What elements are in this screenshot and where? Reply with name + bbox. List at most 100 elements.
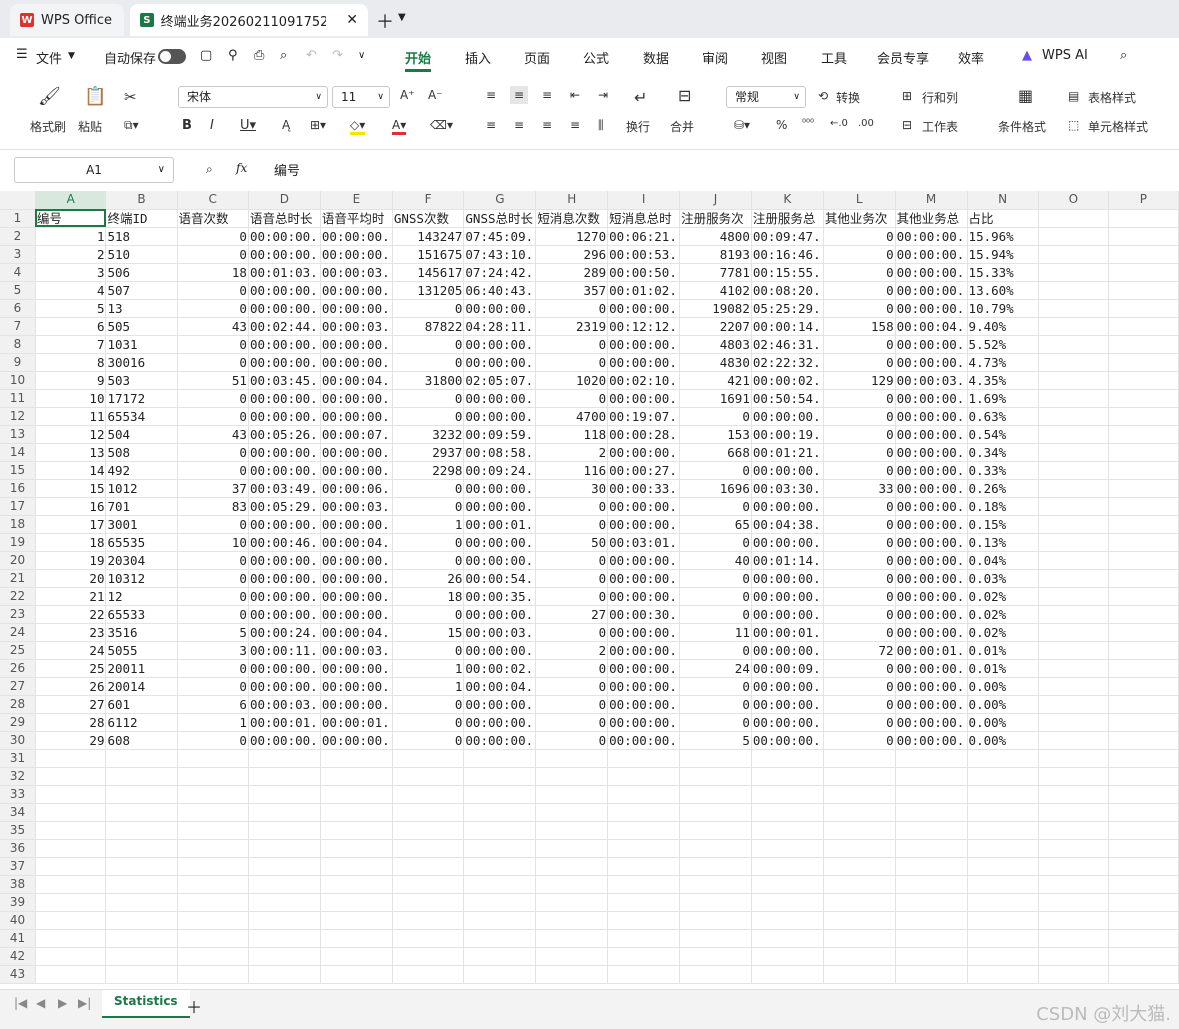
cell[interactable]: 00:00:00. (320, 335, 393, 354)
cell[interactable] (751, 929, 824, 948)
cell[interactable]: 0 (679, 461, 752, 480)
decimal-increase-icon[interactable]: ←.0 (830, 118, 848, 129)
copy-icon[interactable]: ⧉▾ (124, 118, 139, 133)
cell[interactable]: 注册服务总 (751, 209, 824, 228)
cell[interactable] (751, 893, 824, 912)
cell[interactable] (967, 875, 1039, 894)
cell[interactable] (679, 965, 752, 984)
cell[interactable]: 00:05:26. (248, 425, 321, 444)
decrease-font-icon[interactable]: A⁻ (428, 88, 443, 102)
cell[interactable]: 0 (177, 245, 249, 264)
cell[interactable]: 43 (177, 425, 249, 444)
cell[interactable]: 0 (679, 641, 752, 660)
cell[interactable]: 00:00:00. (248, 659, 321, 678)
column-header[interactable]: H (535, 191, 609, 210)
cell[interactable] (751, 749, 824, 768)
cell[interactable] (105, 767, 178, 786)
align-middle-icon[interactable]: ≡ (510, 86, 529, 104)
cell[interactable]: 00:00:00. (463, 407, 537, 426)
cell[interactable] (320, 803, 393, 822)
cell[interactable]: 6 (35, 317, 107, 336)
cell[interactable]: 8 (35, 353, 107, 372)
tab-wps-office[interactable]: W WPS Office (10, 4, 124, 36)
cell[interactable]: 0 (392, 497, 465, 516)
cell[interactable] (1038, 911, 1109, 930)
cell[interactable]: 00:00:00. (607, 587, 681, 606)
cell[interactable] (1108, 785, 1179, 804)
cell[interactable]: 0.02% (967, 587, 1039, 606)
cell[interactable] (1108, 461, 1179, 480)
cell[interactable] (967, 839, 1039, 858)
cell[interactable]: 0 (177, 389, 249, 408)
cell[interactable] (895, 821, 968, 840)
cell[interactable] (679, 785, 752, 804)
cell[interactable] (1108, 227, 1179, 246)
cell[interactable]: 158 (823, 317, 896, 336)
cell[interactable]: 24 (679, 659, 752, 678)
cell[interactable]: 00:09:59. (463, 425, 537, 444)
cell[interactable]: 5 (177, 623, 249, 642)
cell[interactable]: 0 (535, 515, 609, 534)
eraser-icon[interactable]: ⌫▾ (430, 118, 453, 132)
cell[interactable] (1038, 857, 1109, 876)
cell[interactable] (967, 911, 1039, 930)
format-painter-button[interactable]: 格式刷 (30, 118, 66, 135)
row-header[interactable]: 15 (0, 461, 36, 480)
cell[interactable]: 14 (35, 461, 107, 480)
cell[interactable]: 00:00:50. (607, 263, 681, 282)
cell[interactable]: 0 (679, 677, 752, 696)
cell[interactable]: 33 (823, 479, 896, 498)
cell[interactable]: 00:00:00. (751, 407, 824, 426)
cell[interactable]: 4 (35, 281, 107, 300)
cell[interactable] (823, 893, 896, 912)
row-header[interactable]: 37 (0, 857, 36, 876)
cell[interactable]: 289 (535, 263, 609, 282)
cell[interactable]: 0 (679, 569, 752, 588)
cell[interactable]: 编号 (35, 209, 107, 228)
cell[interactable] (967, 767, 1039, 786)
row-header[interactable]: 35 (0, 821, 36, 840)
autosave-toggle[interactable] (158, 49, 186, 64)
cell[interactable]: 06:40:43. (463, 281, 537, 300)
cell[interactable]: 11 (679, 623, 752, 642)
merge-button[interactable]: 合并 (670, 118, 694, 135)
cell[interactable]: 00:00:00. (463, 497, 537, 516)
column-header[interactable]: P (1108, 191, 1179, 210)
cell[interactable]: 00:00:00. (751, 713, 824, 732)
cell[interactable]: 00:00:00. (895, 245, 968, 264)
column-header[interactable]: C (177, 191, 249, 210)
cell[interactable]: 00:00:00. (607, 659, 681, 678)
cell[interactable]: 0.01% (967, 641, 1039, 660)
cell[interactable] (535, 893, 609, 912)
cell[interactable] (895, 911, 968, 930)
cell[interactable] (320, 857, 393, 876)
cell[interactable] (895, 893, 968, 912)
cell[interactable]: 0.34% (967, 443, 1039, 462)
cell[interactable] (751, 785, 824, 804)
cell[interactable] (1038, 461, 1109, 480)
cell[interactable] (751, 911, 824, 930)
cell[interactable]: 00:00:00. (751, 731, 824, 750)
cell[interactable]: 00:00:33. (607, 479, 681, 498)
cell[interactable]: 04:28:11. (463, 317, 537, 336)
cell[interactable]: 1696 (679, 479, 752, 498)
cell[interactable]: 00:00:00. (607, 497, 681, 516)
cell[interactable] (967, 947, 1039, 966)
cell[interactable]: 00:00:00. (607, 569, 681, 588)
menu-page[interactable]: 页面 (524, 48, 550, 67)
cell[interactable]: 0 (823, 227, 896, 246)
cell[interactable]: 3232 (392, 425, 465, 444)
italic-icon[interactable]: I (210, 118, 214, 133)
cell[interactable] (1108, 641, 1179, 660)
cell[interactable]: 00:00:00. (895, 695, 968, 714)
cell[interactable] (105, 929, 178, 948)
cell[interactable] (1108, 317, 1179, 336)
cell[interactable]: 00:00:00. (607, 677, 681, 696)
cell[interactable] (967, 929, 1039, 948)
cell[interactable]: 5.52% (967, 335, 1039, 354)
cell[interactable] (1038, 965, 1109, 984)
cell[interactable]: 0 (823, 407, 896, 426)
cell[interactable] (1108, 209, 1179, 228)
row-header[interactable]: 8 (0, 335, 36, 354)
cell[interactable]: 4700 (535, 407, 609, 426)
